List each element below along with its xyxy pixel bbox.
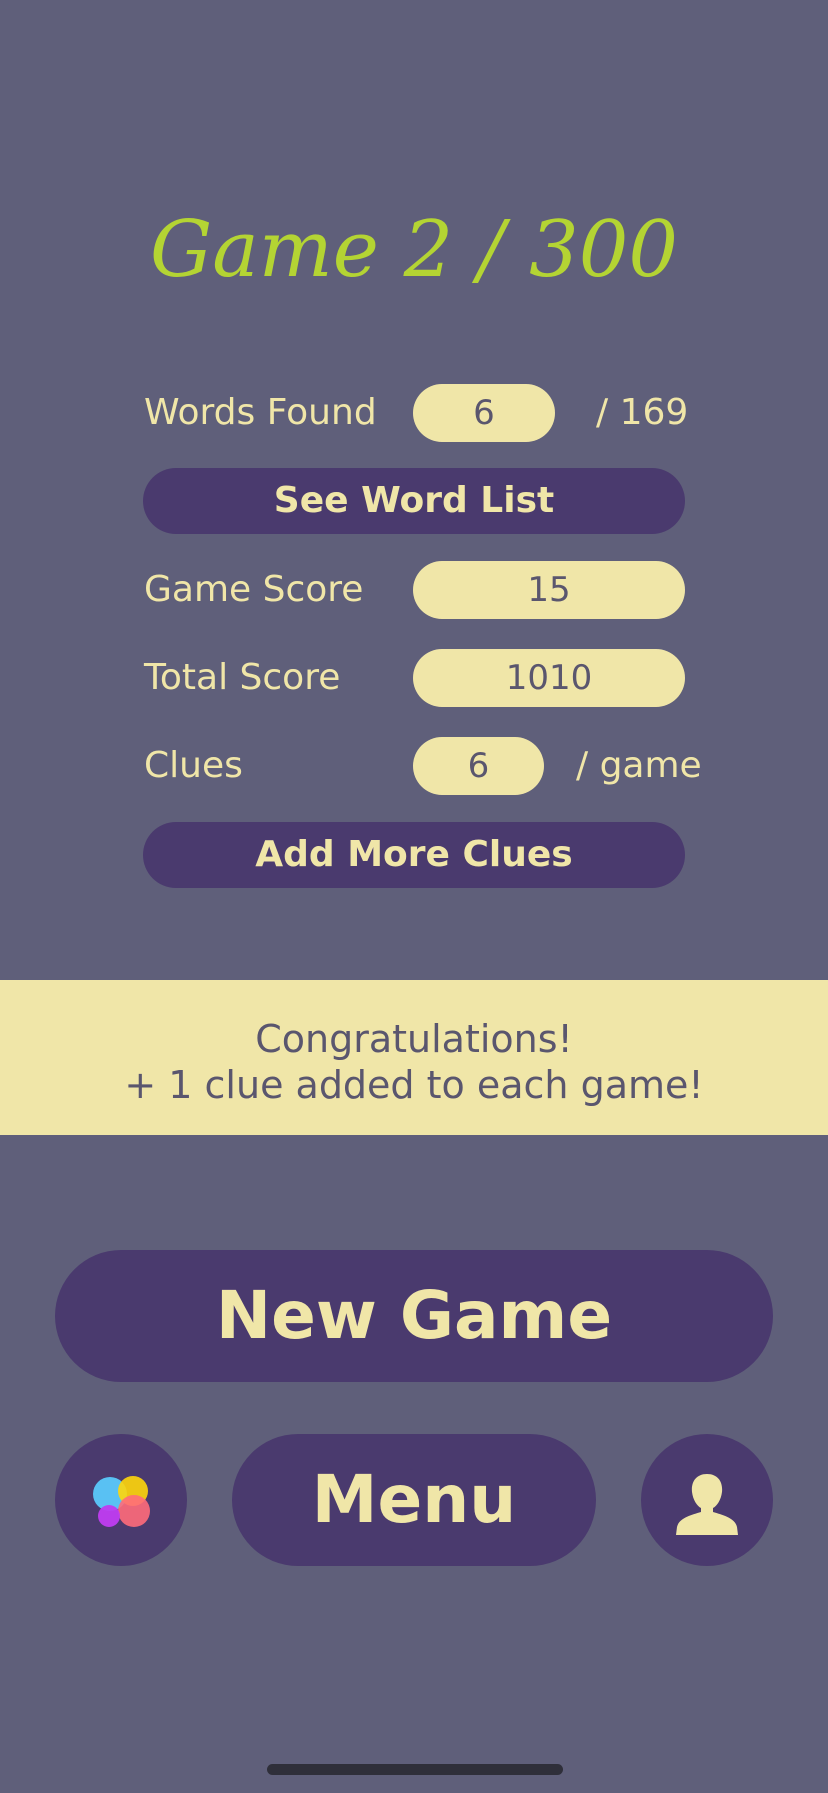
clues-per-game: / game [576,745,702,786]
total-score-label: Total Score [144,657,341,698]
congratulations-banner: Congratulations! + 1 clue added to each … [0,980,828,1135]
game-center-button[interactable] [55,1434,187,1566]
menu-button[interactable]: Menu [232,1434,596,1566]
person-icon [676,1474,738,1535]
total-score-value: 1010 [413,649,685,707]
clues-value: 6 [413,737,544,795]
profile-button[interactable] [641,1434,773,1566]
game-score-label: Game Score [144,569,364,610]
words-found-value: 6 [413,384,555,442]
banner-line-2: + 1 clue added to each game! [124,1063,704,1107]
new-game-button[interactable]: New Game [55,1250,773,1382]
page-title: Game 2 / 300 [149,205,679,295]
words-found-label: Words Found [144,392,377,433]
clues-label: Clues [144,745,243,786]
home-indicator [267,1764,563,1775]
banner-line-1: Congratulations! [255,1017,573,1061]
add-more-clues-button[interactable]: Add More Clues [143,822,685,888]
game-center-icon [93,1476,150,1527]
game-score-value: 15 [413,561,685,619]
words-found-total: / 169 [596,392,689,433]
see-word-list-button[interactable]: See Word List [143,468,685,534]
